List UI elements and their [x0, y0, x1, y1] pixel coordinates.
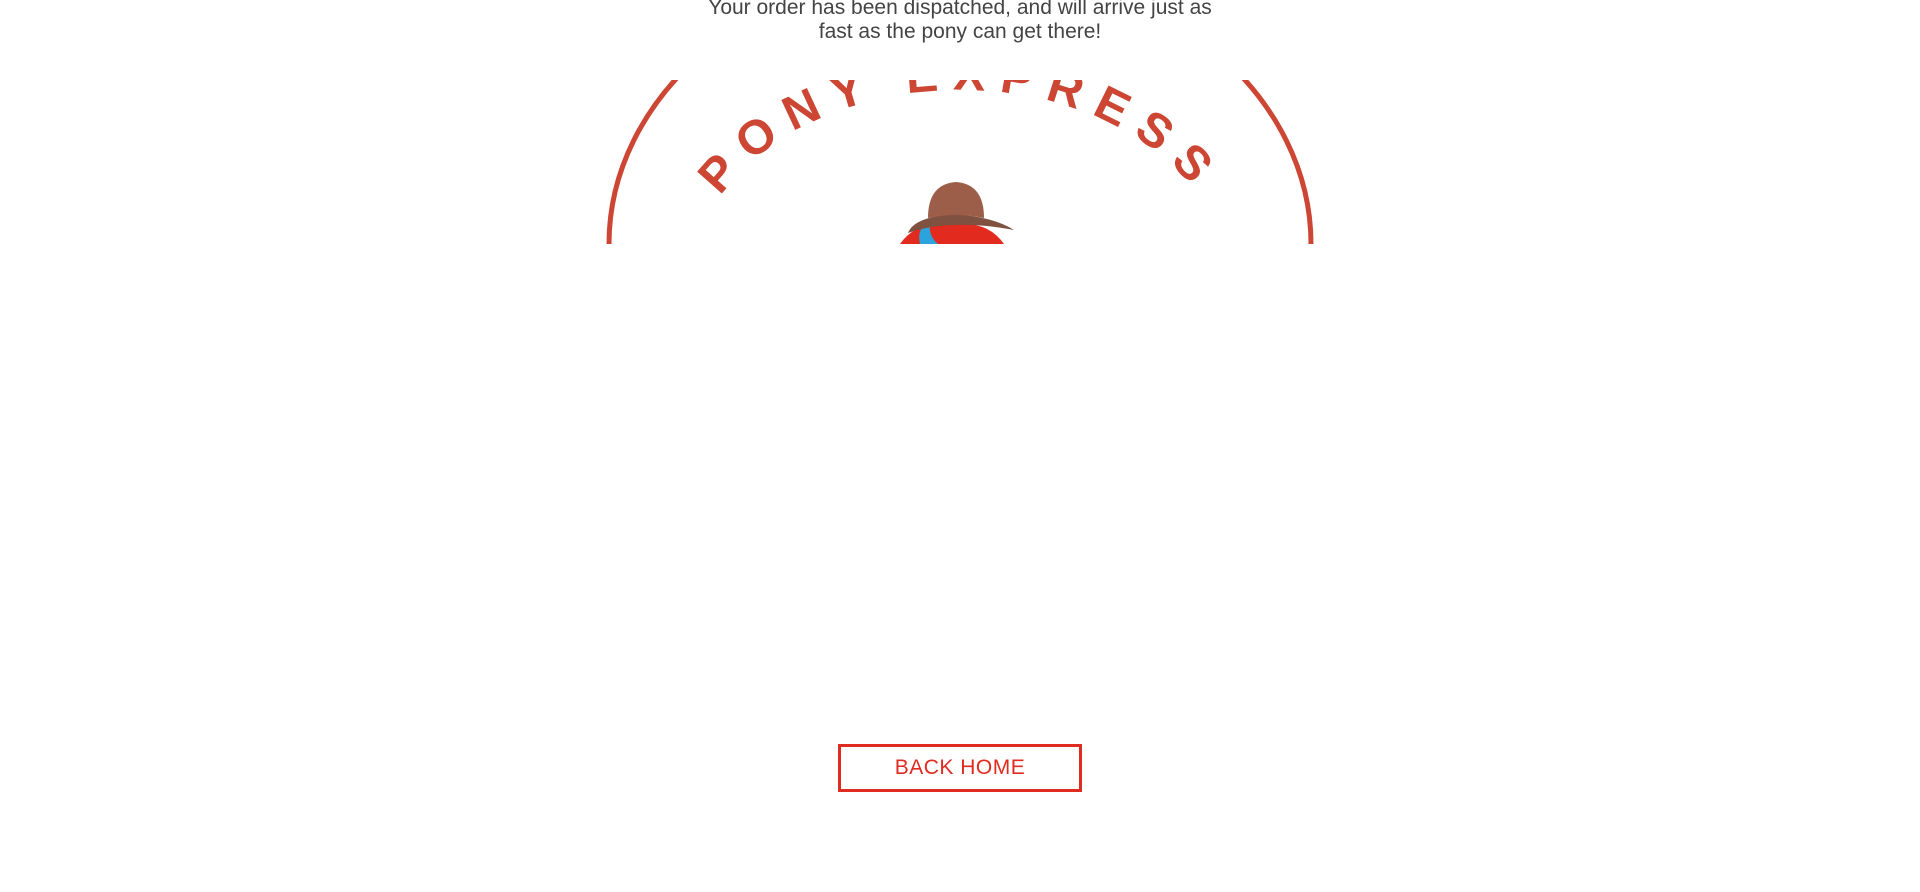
back-home-button[interactable]: BACK HOME: [838, 744, 1082, 792]
dispatch-message-line-1: Your order has been dispatched, and will…: [708, 0, 1212, 19]
pony-express-rider-icon: [900, 182, 1014, 244]
dispatch-message-line-2: fast as the pony can get there!: [818, 20, 1102, 43]
pony-express-logo: PONY EXPRESS: [606, 80, 1314, 244]
dispatch-message: Your order has been dispatched, and will…: [680, 0, 1240, 44]
order-confirmation-page: Your order has been dispatched, and will…: [0, 0, 1920, 892]
